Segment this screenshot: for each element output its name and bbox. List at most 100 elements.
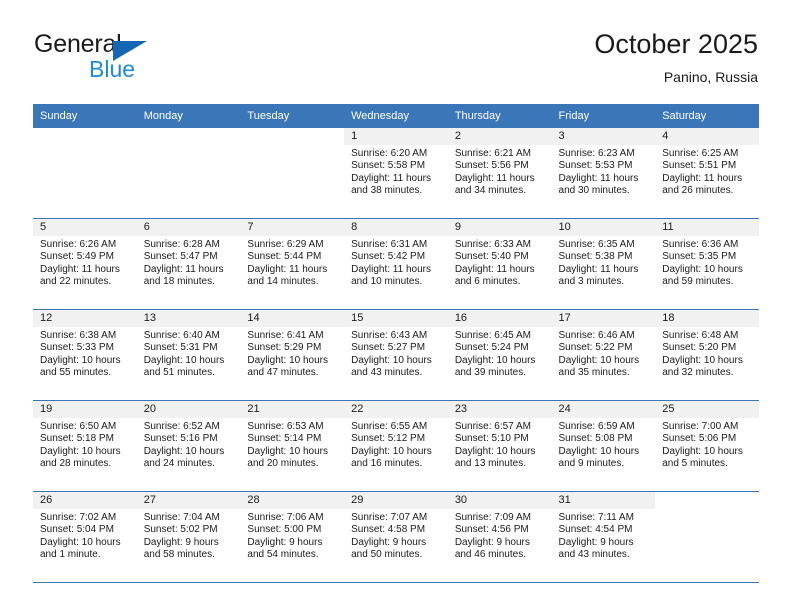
sunrise-text: Sunrise: 7:11 AM bbox=[558, 512, 634, 523]
calendar-cell[interactable]: 4 Sunrise: 6:25 AM Sunset: 5:51 PM Daylight… bbox=[655, 128, 759, 219]
sunrise-text: Sunrise: 6:45 AM bbox=[454, 330, 531, 341]
daylight-text-line1: Daylight: 11 hours bbox=[454, 263, 535, 275]
calendar-cell-day: 25 Sunrise: 7:00 AM Sunset: 5:06 PM Dayligh… bbox=[655, 401, 759, 491]
day-number: 2 bbox=[454, 130, 461, 142]
daylight-text-line2: and 6 minutes. bbox=[454, 276, 521, 288]
day-number: 31 bbox=[558, 494, 571, 506]
calendar-cell[interactable]: 3 Sunrise: 6:23 AM Sunset: 5:53 PM Daylight… bbox=[551, 128, 656, 219]
calendar-cell-empty bbox=[240, 128, 345, 218]
calendar-cell[interactable]: 6 Sunrise: 6:28 AM Sunset: 5:47 PM Daylight… bbox=[136, 218, 241, 310]
calendar-cell[interactable]: 2 Sunrise: 6:21 AM Sunset: 5:56 PM Daylight… bbox=[447, 128, 552, 219]
day-number-strip: 15 bbox=[344, 310, 448, 327]
calendar-cell[interactable]: 17 Sunrise: 6:46 AM Sunset: 5:22 PM Dayligh… bbox=[551, 309, 656, 401]
daylight-text-line2: and 14 minutes. bbox=[247, 276, 319, 288]
calendar-cell-day: 1 Sunrise: 6:20 AM Sunset: 5:58 PM Daylight… bbox=[344, 128, 448, 218]
sunrise-text: Sunrise: 6:20 AM bbox=[351, 148, 428, 159]
calendar-cell[interactable]: 10 Sunrise: 6:35 AM Sunset: 5:38 PM Dayligh… bbox=[551, 218, 656, 310]
sunrise-text: Sunrise: 6:33 AM bbox=[454, 239, 531, 250]
daylight-text-line2: and 26 minutes. bbox=[662, 185, 734, 197]
calendar-cell[interactable]: 24 Sunrise: 6:59 AM Sunset: 5:08 PM Dayligh… bbox=[551, 400, 656, 492]
calendar-cell-day: 16 Sunrise: 6:45 AM Sunset: 5:24 PM Dayligh… bbox=[447, 310, 552, 400]
calendar-cell-day: 23 Sunrise: 6:57 AM Sunset: 5:10 PM Dayligh… bbox=[447, 401, 552, 491]
day-number-strip: 14 bbox=[240, 310, 345, 327]
calendar-cell-day: 22 Sunrise: 6:55 AM Sunset: 5:12 PM Dayligh… bbox=[344, 401, 448, 491]
weekday-header-tuesday: Tuesday bbox=[240, 104, 345, 128]
sunrise-text: Sunrise: 6:46 AM bbox=[558, 330, 635, 341]
calendar-cell[interactable]: 22 Sunrise: 6:55 AM Sunset: 5:12 PM Dayligh… bbox=[344, 400, 448, 492]
sunrise-text: Sunrise: 6:43 AM bbox=[351, 330, 428, 341]
sunrise-text: Sunrise: 6:53 AM bbox=[247, 421, 324, 432]
calendar-cell[interactable]: 19 Sunrise: 6:50 AM Sunset: 5:18 PM Dayligh… bbox=[33, 400, 137, 492]
sunset-text: Sunset: 5:33 PM bbox=[40, 342, 114, 354]
weekday-header-friday: Friday bbox=[551, 104, 656, 128]
calendar-cell[interactable]: 27 Sunrise: 7:04 AM Sunset: 5:02 PM Dayligh… bbox=[136, 491, 241, 583]
brand-logo[interactable]: General Blue bbox=[34, 32, 264, 88]
daylight-text-line2: and 16 minutes. bbox=[351, 458, 423, 470]
sunset-text: Sunset: 5:42 PM bbox=[351, 251, 426, 263]
day-details: Sunrise: 7:11 AM Sunset: 4:54 PM Daylight:… bbox=[552, 509, 656, 562]
calendar-cell[interactable]: 21 Sunrise: 6:53 AM Sunset: 5:14 PM Dayligh… bbox=[240, 400, 345, 492]
day-number: 29 bbox=[351, 494, 364, 506]
sunrise-text: Sunrise: 6:25 AM bbox=[662, 148, 739, 159]
day-number: 15 bbox=[351, 312, 364, 324]
sunrise-text: Sunrise: 7:07 AM bbox=[351, 512, 428, 523]
day-number-strip: 13 bbox=[136, 310, 241, 327]
calendar-cell[interactable]: 7 Sunrise: 6:29 AM Sunset: 5:44 PM Daylight… bbox=[240, 218, 345, 310]
day-number-strip: 1 bbox=[344, 128, 448, 145]
sunrise-text: Sunrise: 6:40 AM bbox=[143, 330, 220, 341]
calendar-cell[interactable]: 13 Sunrise: 6:40 AM Sunset: 5:31 PM Dayligh… bbox=[136, 309, 241, 401]
calendar-cell[interactable]: 8 Sunrise: 6:31 AM Sunset: 5:42 PM Daylight… bbox=[344, 218, 448, 310]
calendar-cell[interactable]: 25 Sunrise: 7:00 AM Sunset: 5:06 PM Dayligh… bbox=[655, 400, 759, 492]
calendar-cell[interactable]: 31 Sunrise: 7:11 AM Sunset: 4:54 PM Dayligh… bbox=[551, 491, 656, 583]
calendar-cell[interactable]: 30 Sunrise: 7:09 AM Sunset: 4:56 PM Dayligh… bbox=[447, 491, 552, 583]
daylight-text-line2: and 38 minutes. bbox=[351, 185, 423, 197]
day-number: 25 bbox=[662, 403, 675, 415]
calendar-cell[interactable]: 28 Sunrise: 7:06 AM Sunset: 5:00 PM Dayligh… bbox=[240, 491, 345, 583]
daylight-text-line2: and 34 minutes. bbox=[454, 185, 526, 197]
daylight-text-line2: and 20 minutes. bbox=[247, 458, 319, 470]
daylight-text-line1: Daylight: 10 hours bbox=[454, 354, 536, 366]
calendar-cell[interactable] bbox=[33, 128, 137, 219]
day-number: 30 bbox=[454, 494, 468, 506]
daylight-text-line2: and 47 minutes. bbox=[247, 367, 319, 379]
sunrise-text: Sunrise: 6:55 AM bbox=[351, 421, 428, 432]
calendar-cell[interactable] bbox=[136, 128, 241, 219]
calendar-cell[interactable]: 16 Sunrise: 6:45 AM Sunset: 5:24 PM Dayligh… bbox=[447, 309, 552, 401]
calendar-cell[interactable]: 11 Sunrise: 6:36 AM Sunset: 5:35 PM Dayligh… bbox=[655, 218, 759, 310]
day-details: Sunrise: 7:06 AM Sunset: 5:00 PM Daylight:… bbox=[240, 509, 344, 562]
sunset-text: Sunset: 5:56 PM bbox=[454, 160, 529, 172]
calendar-cell[interactable]: 26 Sunrise: 7:02 AM Sunset: 5:04 PM Dayligh… bbox=[33, 491, 137, 583]
day-details bbox=[240, 145, 344, 148]
day-number: 24 bbox=[558, 403, 571, 415]
day-details: Sunrise: 6:26 AM Sunset: 5:49 PM Daylight:… bbox=[33, 236, 137, 289]
calendar-cell[interactable]: 23 Sunrise: 6:57 AM Sunset: 5:10 PM Dayligh… bbox=[447, 400, 552, 492]
day-number-strip: 21 bbox=[240, 401, 345, 418]
day-number: 10 bbox=[558, 221, 571, 233]
day-number-strip: 7 bbox=[240, 219, 345, 236]
calendar-cell[interactable]: 18 Sunrise: 6:48 AM Sunset: 5:20 PM Dayligh… bbox=[655, 309, 759, 401]
daylight-text-line1: Daylight: 10 hours bbox=[454, 445, 536, 457]
daylight-text-line1: Daylight: 11 hours bbox=[143, 263, 224, 275]
day-number-strip: 31 bbox=[551, 492, 656, 509]
sunset-text: Sunset: 4:56 PM bbox=[454, 524, 529, 536]
calendar-cell[interactable]: 9 Sunrise: 6:33 AM Sunset: 5:40 PM Daylight… bbox=[447, 218, 552, 310]
day-number-strip: 4 bbox=[655, 128, 759, 145]
calendar-cell[interactable]: 5 Sunrise: 6:26 AM Sunset: 5:49 PM Daylight… bbox=[33, 218, 137, 310]
calendar-cell[interactable]: 29 Sunrise: 7:07 AM Sunset: 4:58 PM Dayligh… bbox=[344, 491, 448, 583]
sunset-text: Sunset: 5:24 PM bbox=[454, 342, 529, 354]
page-title: October 2025 bbox=[594, 29, 758, 59]
calendar-cell[interactable]: 1 Sunrise: 6:20 AM Sunset: 5:58 PM Daylight… bbox=[344, 128, 448, 219]
calendar-cell-day: 24 Sunrise: 6:59 AM Sunset: 5:08 PM Dayligh… bbox=[551, 401, 656, 491]
calendar-cell[interactable]: 14 Sunrise: 6:41 AM Sunset: 5:29 PM Dayligh… bbox=[240, 309, 345, 401]
calendar-cell[interactable]: 15 Sunrise: 6:43 AM Sunset: 5:27 PM Dayligh… bbox=[344, 309, 448, 401]
calendar-cell[interactable]: 20 Sunrise: 6:52 AM Sunset: 5:16 PM Dayligh… bbox=[136, 400, 241, 492]
calendar-cell-day: 12 Sunrise: 6:38 AM Sunset: 5:33 PM Dayligh… bbox=[33, 310, 137, 400]
calendar-cell[interactable] bbox=[655, 491, 759, 583]
calendar-cell[interactable] bbox=[240, 128, 345, 219]
day-number: 28 bbox=[247, 494, 260, 506]
sunset-text: Sunset: 5:49 PM bbox=[40, 251, 114, 263]
sunrise-text: Sunrise: 6:36 AM bbox=[662, 239, 739, 250]
daylight-text-line2: and 32 minutes. bbox=[662, 367, 734, 379]
day-details: Sunrise: 6:45 AM Sunset: 5:24 PM Daylight:… bbox=[448, 327, 552, 380]
calendar-cell[interactable]: 12 Sunrise: 6:38 AM Sunset: 5:33 PM Dayligh… bbox=[33, 309, 137, 401]
